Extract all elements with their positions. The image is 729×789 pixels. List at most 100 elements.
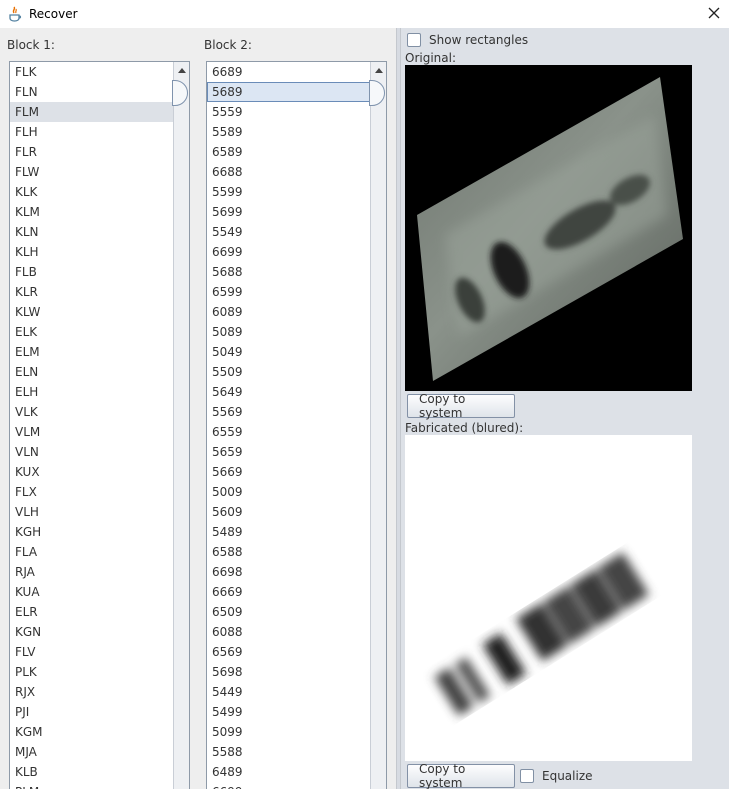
block1-list-item[interactable]: ELM bbox=[10, 342, 173, 362]
block2-list-item[interactable]: 5549 bbox=[207, 222, 370, 242]
block2-list-item[interactable]: 6569 bbox=[207, 642, 370, 662]
block1-list-item[interactable]: KLK bbox=[10, 182, 173, 202]
block2-list-item[interactable]: 6669 bbox=[207, 582, 370, 602]
block1-list-item[interactable]: PLK bbox=[10, 662, 173, 682]
block1-list-item[interactable]: FLH bbox=[10, 122, 173, 142]
block1-list-item[interactable]: VLN bbox=[10, 442, 173, 462]
fabricated-label: Fabricated (blured): bbox=[405, 421, 524, 435]
block1-list-item[interactable]: KLM bbox=[10, 202, 173, 222]
block2-list-item[interactable]: 5499 bbox=[207, 702, 370, 722]
block1-list-item[interactable]: ELK bbox=[10, 322, 173, 342]
block1-list-item[interactable]: KGM bbox=[10, 722, 173, 742]
block1-list-item[interactable]: ELN bbox=[10, 362, 173, 382]
block2-list-item[interactable]: 5049 bbox=[207, 342, 370, 362]
block1-items: FLK FLN FLM FLH FLR FLW KLK KLM KLN KLH FLB KLR KLW E… bbox=[10, 62, 173, 789]
block1-list-item[interactable]: KGH bbox=[10, 522, 173, 542]
block2-list-item[interactable]: 6489 bbox=[207, 762, 370, 782]
block2-list-item[interactable]: 5669 bbox=[207, 462, 370, 482]
recover-window: Recover Block 1: FLK FLN FLM FLH FLR FLW KLK KL… bbox=[0, 0, 729, 789]
block2-list-item[interactable]: 5489 bbox=[207, 522, 370, 542]
block1-list-item[interactable]: KLR bbox=[10, 282, 173, 302]
left-panel: Block 1: FLK FLN FLM FLH FLR FLW KLK KLM KLN KLH F… bbox=[0, 28, 396, 789]
block1-list-item[interactable]: KGN bbox=[10, 622, 173, 642]
block2-list-item[interactable]: 5698 bbox=[207, 662, 370, 682]
block1-list-item[interactable]: RJA bbox=[10, 562, 173, 582]
block2-list[interactable]: 6689 5689 5559 5589 6589 6688 5599 5699 5549 6699… bbox=[206, 61, 387, 789]
java-app-icon bbox=[7, 6, 23, 22]
scroll-up-arrow-icon[interactable] bbox=[174, 62, 189, 78]
block2-list-item[interactable]: 6588 bbox=[207, 542, 370, 562]
window-title: Recover bbox=[29, 7, 78, 21]
show-rectangles-checkbox[interactable] bbox=[407, 33, 421, 47]
block1-scroll-thumb[interactable] bbox=[172, 80, 188, 106]
block1-list-item[interactable]: FLR bbox=[10, 142, 173, 162]
show-rectangles-label: Show rectangles bbox=[429, 33, 529, 47]
block2-label: Block 2: bbox=[204, 38, 252, 52]
block2-scroll-thumb[interactable] bbox=[369, 80, 385, 106]
block2-list-item[interactable]: 5659 bbox=[207, 442, 370, 462]
block2-list-item[interactable]: 5588 bbox=[207, 742, 370, 762]
close-button[interactable] bbox=[699, 0, 729, 28]
block2-list-item[interactable]: 5569 bbox=[207, 402, 370, 422]
block2-list-item[interactable]: 5689 bbox=[207, 82, 370, 102]
block2-list-item[interactable]: 5599 bbox=[207, 182, 370, 202]
block1-list-item[interactable]: KLW bbox=[10, 302, 173, 322]
block2-list-item[interactable]: 6599 bbox=[207, 282, 370, 302]
block1-list-item[interactable]: FLN bbox=[10, 82, 173, 102]
copy-original-button[interactable]: Copy to system bbox=[407, 392, 515, 420]
block2-list-item[interactable]: 5099 bbox=[207, 722, 370, 742]
block2-list-item[interactable]: 5649 bbox=[207, 382, 370, 402]
block2-list-item[interactable]: 5509 bbox=[207, 362, 370, 382]
block1-list[interactable]: FLK FLN FLM FLH FLR FLW KLK KLM KLN KLH FLB KLR KLW E… bbox=[9, 61, 190, 789]
block2-scrollbar[interactable] bbox=[369, 62, 386, 789]
block2-list-item[interactable]: 6559 bbox=[207, 422, 370, 442]
right-panel: Show rectangles Original: Copy to system… bbox=[401, 28, 729, 789]
block1-list-item[interactable]: FLV bbox=[10, 642, 173, 662]
block2-list-item[interactable]: 6699 bbox=[207, 782, 370, 789]
block2-list-item[interactable]: 6689 bbox=[207, 62, 370, 82]
block1-list-item[interactable]: KUX bbox=[10, 462, 173, 482]
block1-list-item[interactable]: VLK bbox=[10, 402, 173, 422]
block2-list-item[interactable]: 5089 bbox=[207, 322, 370, 342]
block1-list-item[interactable]: ELR bbox=[10, 602, 173, 622]
block1-list-item[interactable]: VLM bbox=[10, 422, 173, 442]
block1-list-item[interactable]: ELH bbox=[10, 382, 173, 402]
scroll-up-arrow-icon[interactable] bbox=[371, 62, 386, 78]
block2-list-item[interactable]: 6688 bbox=[207, 162, 370, 182]
block1-list-item[interactable]: RJX bbox=[10, 682, 173, 702]
block1-list-item[interactable]: FLB bbox=[10, 262, 173, 282]
block2-list-item[interactable]: 6088 bbox=[207, 622, 370, 642]
block2-list-item[interactable]: 6089 bbox=[207, 302, 370, 322]
block2-list-item[interactable]: 5699 bbox=[207, 202, 370, 222]
block2-list-item[interactable]: 5009 bbox=[207, 482, 370, 502]
block1-list-item[interactable]: FLX bbox=[10, 482, 173, 502]
block1-list-item[interactable]: FLW bbox=[10, 162, 173, 182]
original-label: Original: bbox=[405, 51, 456, 65]
block2-list-item[interactable]: 5688 bbox=[207, 262, 370, 282]
block2-list-item[interactable]: 6699 bbox=[207, 242, 370, 262]
equalize-row[interactable]: Equalize bbox=[520, 769, 593, 783]
block1-list-item[interactable]: VLH bbox=[10, 502, 173, 522]
equalize-checkbox[interactable] bbox=[520, 769, 534, 783]
block1-scrollbar[interactable] bbox=[172, 62, 189, 789]
block2-list-item[interactable]: 5609 bbox=[207, 502, 370, 522]
block2-list-item[interactable]: 5559 bbox=[207, 102, 370, 122]
block2-list-item[interactable]: 6589 bbox=[207, 142, 370, 162]
block2-list-item[interactable]: 5589 bbox=[207, 122, 370, 142]
show-rectangles-row[interactable]: Show rectangles bbox=[407, 33, 528, 47]
block1-list-item[interactable]: FLK bbox=[10, 62, 173, 82]
block1-list-item[interactable]: FLA bbox=[10, 542, 173, 562]
title-bar: Recover bbox=[0, 0, 729, 28]
block1-list-item[interactable]: PJI bbox=[10, 702, 173, 722]
block2-list-item[interactable]: 6698 bbox=[207, 562, 370, 582]
copy-fabricated-button[interactable]: Copy to system bbox=[407, 762, 515, 789]
block1-list-item[interactable]: KLH bbox=[10, 242, 173, 262]
block1-list-item[interactable]: PLM bbox=[10, 782, 173, 789]
block1-list-item[interactable]: MJA bbox=[10, 742, 173, 762]
block1-list-item[interactable]: FLM bbox=[10, 102, 173, 122]
block1-list-item[interactable]: KLN bbox=[10, 222, 173, 242]
block1-list-item[interactable]: KUA bbox=[10, 582, 173, 602]
block2-list-item[interactable]: 6509 bbox=[207, 602, 370, 622]
block2-list-item[interactable]: 5449 bbox=[207, 682, 370, 702]
block1-list-item[interactable]: KLB bbox=[10, 762, 173, 782]
